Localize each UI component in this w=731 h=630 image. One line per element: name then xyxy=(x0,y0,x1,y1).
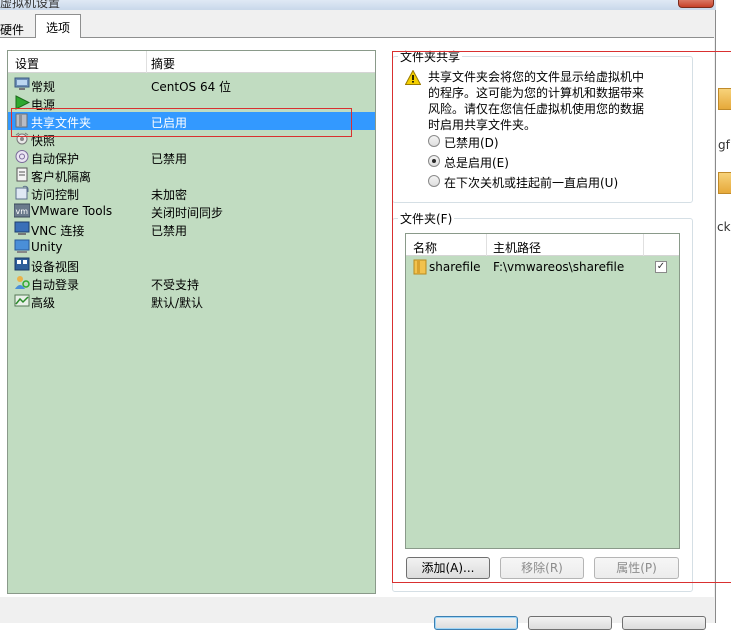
folders-table[interactable]: 名称 主机路径 sharefile F:\vmwareos\sharefile … xyxy=(405,233,680,549)
warning-line: 共享文件夹会将您的文件显示给虚拟机中 xyxy=(428,70,645,84)
settings-item-summary: 关闭时间同步 xyxy=(151,206,224,220)
add-button[interactable]: 添加(A)... xyxy=(406,557,490,579)
settings-item-isolation[interactable]: 客户机隔离 xyxy=(8,166,375,184)
isolation-icon xyxy=(16,167,28,182)
access-control-icon xyxy=(15,185,29,200)
folder-enabled-checkbox[interactable]: ✓ xyxy=(655,261,667,273)
folder-icon xyxy=(718,88,731,110)
advanced-icon xyxy=(14,294,30,307)
settings-item-name: 访问控制 xyxy=(31,188,80,202)
desktop-text-fragment: gf xyxy=(718,138,730,152)
play-icon xyxy=(15,95,30,110)
ok-button[interactable] xyxy=(434,616,518,630)
radio-label: 在下次关机或挂起前一直启用(U) xyxy=(444,176,619,190)
radio-always-enabled[interactable]: 总是启用(E) xyxy=(426,152,686,170)
settings-item-summary: CentOS 64 位 xyxy=(151,80,232,94)
settings-item-general[interactable]: 常规 CentOS 64 位 xyxy=(8,76,375,94)
settings-item-name: 电源 xyxy=(31,98,56,112)
window-title: 虚拟机设置 xyxy=(0,0,61,10)
warning-line: 风险。请仅在您信任虚拟机使用您的数据 xyxy=(428,102,645,116)
settings-item-name: 自动保护 xyxy=(31,152,80,166)
autologin-icon xyxy=(15,276,30,289)
desktop-background: gf ck xyxy=(717,0,731,623)
settings-item-device-view[interactable]: 设备视图 xyxy=(8,256,375,274)
column-header-summary[interactable]: 摘要 xyxy=(151,55,175,72)
warning-line: 的程序。这可能为您的计算机和数据带来 xyxy=(428,86,645,100)
settings-list-header: 设置 摘要 xyxy=(8,51,375,73)
radio-label: 总是启用(E) xyxy=(444,156,509,170)
settings-item-summary: 不受支持 xyxy=(151,278,200,292)
settings-item-name: 自动登录 xyxy=(31,278,80,292)
vmware-tools-icon: vm xyxy=(14,203,30,218)
snapshot-icon xyxy=(15,132,29,145)
column-header-setting[interactable]: 设置 xyxy=(15,55,39,72)
settings-item-summary: 未加密 xyxy=(151,188,188,202)
settings-item-summary: 已禁用 xyxy=(151,224,188,238)
svg-text:vm: vm xyxy=(16,207,29,216)
radio-button-checked[interactable] xyxy=(428,155,440,167)
settings-item-unity[interactable]: Unity xyxy=(8,238,375,256)
remove-button[interactable]: 移除(R) xyxy=(500,557,584,579)
settings-item-name: 常规 xyxy=(31,80,56,94)
column-header-host-path[interactable]: 主机路径 xyxy=(493,239,541,256)
warning-text: 共享文件夹会将您的文件显示给虚拟机中 的程序。这可能为您的计算机和数据带来 风险… xyxy=(428,69,678,133)
folder-icon xyxy=(413,259,427,275)
column-separator xyxy=(643,234,644,256)
radio-label: 已禁用(D) xyxy=(444,136,499,150)
radio-button[interactable] xyxy=(428,175,440,187)
settings-item-summary: 已启用 xyxy=(151,116,188,130)
settings-dialog: 虚拟机设置 硬件 选项 设置 摘要 常规 CentOS 64 位 电源 共享文件… xyxy=(0,0,716,630)
unity-icon xyxy=(14,239,30,253)
desktop-text-fragment: ck xyxy=(717,220,731,234)
settings-item-access-control[interactable]: 访问控制 未加密 xyxy=(8,184,375,202)
settings-item-vnc[interactable]: VNC 连接 已禁用 xyxy=(8,220,375,238)
warning-line: 时启用共享文件夹。 xyxy=(428,118,537,132)
autoprotect-icon xyxy=(15,150,29,163)
column-separator xyxy=(486,234,487,256)
settings-item-name: 客户机隔离 xyxy=(31,170,92,184)
title-bar: 虚拟机设置 xyxy=(0,0,716,10)
warning-icon xyxy=(405,70,421,85)
computer-icon xyxy=(14,77,30,90)
settings-item-autologin[interactable]: 自动登录 不受支持 xyxy=(8,274,375,292)
settings-item-vmware-tools[interactable]: vm VMware Tools 关闭时间同步 xyxy=(8,202,375,220)
radio-until-poweroff[interactable]: 在下次关机或挂起前一直启用(U) xyxy=(426,172,686,190)
shared-folder-icon xyxy=(15,113,28,128)
settings-item-name: VMware Tools xyxy=(31,204,113,218)
close-button[interactable] xyxy=(678,0,714,8)
settings-item-shared-folders[interactable]: 共享文件夹 已启用 xyxy=(8,112,375,130)
settings-item-summary: 默认/默认 xyxy=(151,296,204,310)
device-view-icon xyxy=(14,257,30,271)
column-separator xyxy=(146,51,147,73)
folder-name: sharefile xyxy=(429,260,481,274)
settings-item-autoprotect[interactable]: 自动保护 已禁用 xyxy=(8,148,375,166)
folder-row[interactable]: sharefile F:\vmwareos\sharefile ✓ xyxy=(406,258,679,276)
radio-disabled[interactable]: 已禁用(D) xyxy=(426,132,686,150)
settings-item-name: 设备视图 xyxy=(31,260,80,274)
settings-item-name: 高级 xyxy=(31,296,56,310)
folders-table-header: 名称 主机路径 xyxy=(406,234,679,256)
tab-hardware[interactable]: 硬件 xyxy=(0,18,30,37)
radio-button[interactable] xyxy=(428,135,440,147)
settings-item-snapshot[interactable]: 快照 xyxy=(8,130,375,148)
settings-list[interactable]: 设置 摘要 常规 CentOS 64 位 电源 共享文件夹 已启用 快照 自动保… xyxy=(7,50,376,594)
help-button[interactable] xyxy=(622,616,706,630)
folder-sharing-title: 文件夹共享 xyxy=(398,48,463,65)
properties-button[interactable]: 属性(P) xyxy=(594,557,679,579)
tab-options[interactable]: 选项 xyxy=(35,14,81,38)
column-header-name[interactable]: 名称 xyxy=(413,239,437,256)
vnc-icon xyxy=(14,221,30,235)
cancel-button[interactable] xyxy=(528,616,612,630)
settings-item-advanced[interactable]: 高级 默认/默认 xyxy=(8,292,375,310)
folder-icon xyxy=(718,172,731,194)
settings-item-power[interactable]: 电源 xyxy=(8,94,375,112)
settings-item-name: 快照 xyxy=(31,134,56,148)
settings-item-summary: 已禁用 xyxy=(151,152,188,166)
settings-item-name: 共享文件夹 xyxy=(31,116,92,130)
settings-item-name: VNC 连接 xyxy=(31,224,85,238)
folder-host-path: F:\vmwareos\sharefile xyxy=(493,260,625,274)
settings-item-name: Unity xyxy=(31,240,63,254)
folders-title: 文件夹(F) xyxy=(398,210,455,227)
